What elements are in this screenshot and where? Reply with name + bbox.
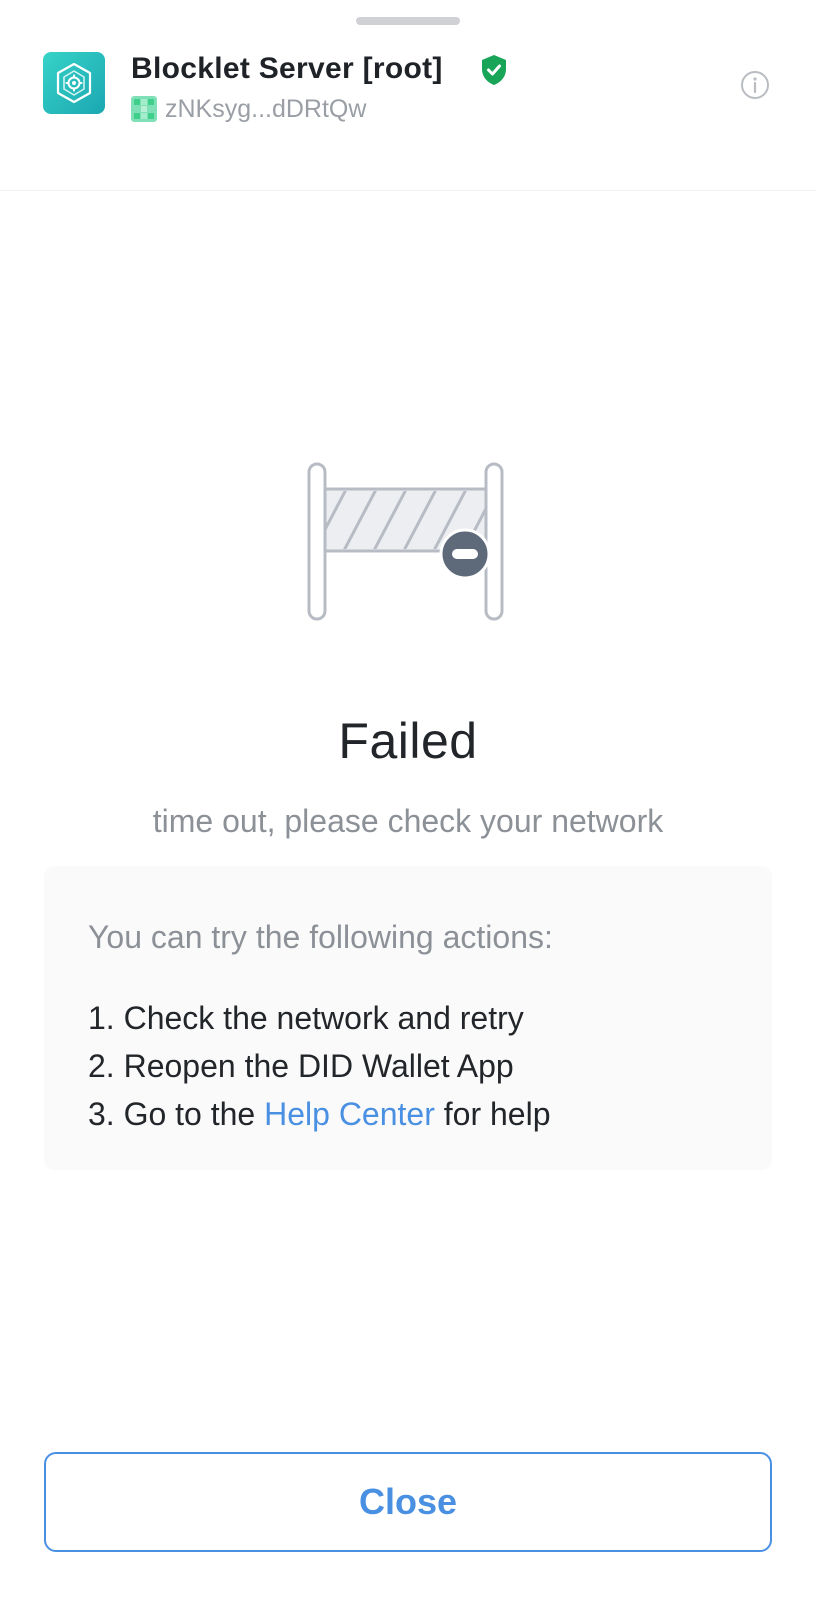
info-button[interactable] [738,68,772,102]
info-icon [741,71,769,99]
did-short-text: zNKsyg...dDRtQw [165,94,367,123]
tip-help-prefix: 3. Go to the [88,1096,265,1132]
close-button[interactable]: Close [44,1452,772,1552]
help-center-link[interactable]: Help Center [264,1096,435,1132]
blocklet-server-logo [43,52,105,114]
auth-result-sheet: Blocklet Server [root] zNKsyg...dDRtQw F… [0,0,816,1600]
tip-help-center: 3. Go to the Help Center for help [88,1090,550,1138]
status-title: Failed [338,713,478,769]
tip-check-network: 1. Check the network and retry [88,1000,524,1036]
did-avatar-icon [131,96,157,122]
app-header: Blocklet Server [root] zNKsyg...dDRtQw [0,0,816,191]
app-title: Blocklet Server [root] [131,52,443,85]
status-message: time out, please check your network [152,803,664,839]
tips-list: 1. Check the network and retry 2. Reopen… [88,994,550,1138]
tips-heading: You can try the following actions: [88,919,553,955]
road-barrier-icon [307,462,504,621]
verified-shield-icon [482,55,506,85]
tip-help-suffix: for help [434,1096,551,1132]
troubleshooting-panel: You can try the following actions: 1. Ch… [44,866,772,1170]
did-address: zNKsyg...dDRtQw [131,94,366,124]
tip-reopen-app: 2. Reopen the DID Wallet App [88,1048,514,1084]
